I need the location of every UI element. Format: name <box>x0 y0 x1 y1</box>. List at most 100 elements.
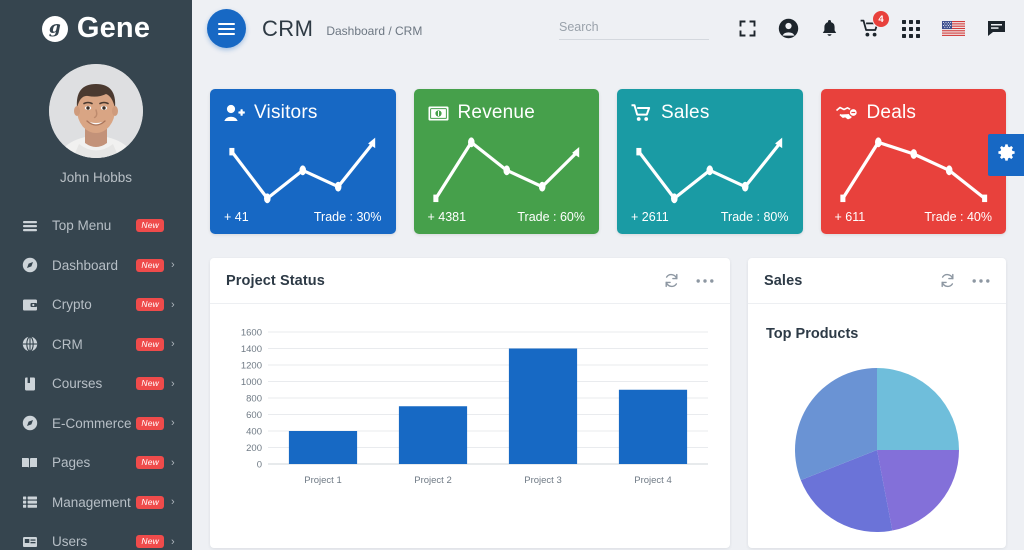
main-area: CRM Dashboard / CRM Search 4 Visitors + … <box>192 0 1024 550</box>
stat-card-footer: + 41 Trade : 30% <box>224 210 382 224</box>
sparkline-visitors <box>224 126 382 210</box>
sidebar: g Gene John Hobbs Top Menu New Dashboard… <box>0 0 192 550</box>
sidebar-item-label: CRM <box>52 336 83 352</box>
search-input[interactable] <box>559 17 709 40</box>
sidebar-item-crm[interactable]: CRM New › <box>0 325 192 365</box>
list-icon <box>21 217 38 234</box>
bar[interactable] <box>288 431 358 464</box>
stat-card-footer: + 4381 Trade : 60% <box>428 210 586 224</box>
brand-logo[interactable]: g Gene <box>41 12 150 45</box>
sidebar-item-users[interactable]: Users New › <box>0 522 192 550</box>
sparkline-svg <box>636 137 783 204</box>
bar-chart-svg: 0 200 400 600 800 1000 1200 1400 1600 Project 1 Pr… <box>241 328 708 486</box>
x-axis-tick: Project 1 <box>304 475 342 486</box>
sidebar-item-label: E-Commerce <box>52 415 132 431</box>
y-axis-tick: 200 <box>246 443 262 454</box>
stat-card-visitors[interactable]: Visitors + 41 Trade : 30% <box>210 89 396 234</box>
breadcrumb: Dashboard / CRM <box>326 23 423 38</box>
sidebar-badge: New <box>136 535 164 549</box>
search-box[interactable] <box>559 17 709 40</box>
stat-card-header: Revenue <box>428 102 586 124</box>
bell-icon[interactable] <box>821 19 838 38</box>
avatar[interactable] <box>49 64 143 158</box>
book-icon <box>21 375 38 392</box>
chat-icon[interactable] <box>987 20 1006 37</box>
pie-chart-svg <box>795 368 959 532</box>
sidebar-item-label: Users <box>52 534 88 550</box>
id-card-icon <box>21 533 38 550</box>
hamburger-icon[interactable] <box>207 9 246 48</box>
wallet-icon <box>21 296 38 313</box>
stat-card-title: Deals <box>866 102 917 123</box>
sidebar-badge: New <box>136 219 164 233</box>
sidebar-item-label: Management <box>52 494 131 510</box>
fullscreen-icon[interactable] <box>739 20 756 37</box>
sidebar-item-label: Crypto <box>52 297 92 313</box>
stat-card-trade: Trade : 30% <box>313 210 382 224</box>
sidebar-item-label: Courses <box>52 376 103 392</box>
y-axis-tick: 1600 <box>241 328 262 339</box>
y-axis-tick: 400 <box>246 427 262 438</box>
topbar: CRM Dashboard / CRM Search 4 <box>192 0 1024 57</box>
refresh-icon[interactable] <box>663 272 680 289</box>
money-icon <box>428 105 449 122</box>
flag-us-icon[interactable] <box>942 21 965 36</box>
bar[interactable] <box>618 389 688 464</box>
pie-slice[interactable] <box>877 368 959 450</box>
chevron-right-icon: › <box>171 377 175 390</box>
sidebar-menu: Top Menu New › Dashboard New › Crypto Ne… <box>0 206 192 550</box>
content: Visitors + 41 Trade : 30% Revenue + 4381… <box>192 57 1024 550</box>
refresh-icon[interactable] <box>939 272 956 289</box>
sidebar-badge: New <box>136 416 164 430</box>
stat-card-deals[interactable]: Deals + 611 Trade : 40% <box>820 89 1006 234</box>
sidebar-item-label: Top Menu <box>52 218 112 234</box>
bar[interactable] <box>508 348 578 465</box>
sidebar-item-pages[interactable]: Pages New › <box>0 443 192 483</box>
stat-card-header: Deals <box>835 102 993 124</box>
cart-icon <box>631 104 652 122</box>
stat-card-sales[interactable]: Sales + 2611 Trade : 80% <box>617 89 803 234</box>
sidebar-badge: New <box>136 258 164 272</box>
stat-card-header: Visitors <box>224 102 382 124</box>
handshake-icon <box>835 105 858 121</box>
top-products-title: Top Products <box>766 326 859 342</box>
chevron-right-icon: › <box>171 535 175 548</box>
globe-icon <box>21 336 38 353</box>
x-axis-tick: Project 3 <box>524 475 562 486</box>
compass-icon <box>21 415 38 432</box>
page-title: CRM <box>262 15 314 41</box>
stat-card-delta: + 611 <box>834 210 866 224</box>
x-axis-tick: Project 4 <box>634 475 672 486</box>
gear-icon <box>997 144 1015 166</box>
stat-card-trade: Trade : 60% <box>517 210 585 224</box>
settings-fab-button[interactable] <box>988 134 1024 176</box>
sidebar-item-courses[interactable]: Courses New › <box>0 364 192 404</box>
cart-icon[interactable]: 4 <box>860 10 890 38</box>
stat-card-delta: + 41 <box>224 210 249 224</box>
bar[interactable] <box>398 406 468 464</box>
y-axis-tick: 800 <box>246 394 262 405</box>
sidebar-item-crypto[interactable]: Crypto New › <box>0 285 192 325</box>
sidebar-item-management[interactable]: Management New › <box>0 483 192 523</box>
cart-badge: 4 <box>872 10 890 28</box>
y-axis-tick: 1000 <box>241 377 262 388</box>
more-horizontal-icon[interactable] <box>696 278 714 284</box>
sidebar-badge: New <box>136 337 164 351</box>
more-horizontal-icon[interactable] <box>972 278 990 284</box>
table-icon <box>21 494 38 511</box>
sidebar-item-top-menu[interactable]: Top Menu New › <box>0 206 192 246</box>
stat-card-title: Visitors <box>254 102 318 123</box>
sidebar-item-dashboard[interactable]: Dashboard New › <box>0 246 192 286</box>
apps-grid-icon[interactable] <box>902 19 920 38</box>
panels-row: Project Status 0 200 400 600 800 1000 12… <box>210 258 1006 548</box>
sidebar-badge: New <box>136 298 164 312</box>
chevron-right-icon: › <box>171 417 175 430</box>
sidebar-item-ecommerce[interactable]: E-Commerce New › <box>0 404 192 444</box>
sidebar-item-label: Pages <box>52 455 91 471</box>
stat-card-title: Sales <box>661 102 710 123</box>
stat-card-delta: + 4381 <box>427 210 467 224</box>
brand-mark-icon: g <box>41 15 68 42</box>
account-icon[interactable] <box>778 18 799 39</box>
sales-panel: Sales Top Products <box>748 258 1006 548</box>
stat-card-revenue[interactable]: Revenue + 4381 Trade : 60% <box>413 89 599 234</box>
